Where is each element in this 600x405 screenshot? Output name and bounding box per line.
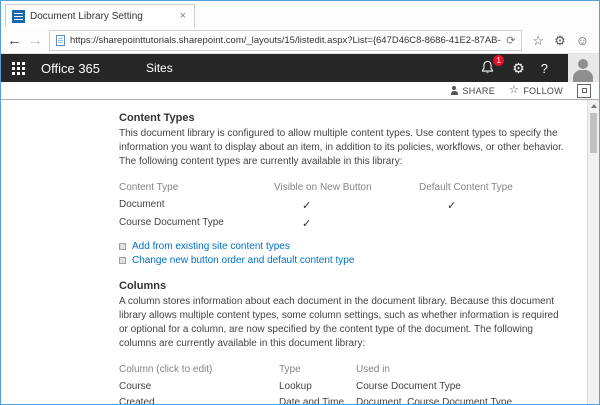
follow-star-icon: ☆ <box>509 85 519 96</box>
browser-command-icons: ☆ ⚙ ☺ <box>528 34 593 47</box>
notifications-button[interactable]: 1 <box>480 60 496 76</box>
refresh-icon[interactable]: ⟳ <box>506 34 515 47</box>
tab-close-icon[interactable]: × <box>178 10 188 22</box>
content-types-description: This document library is configured to a… <box>119 127 565 169</box>
suite-bar-right: 1 ⚙ ? <box>480 54 599 82</box>
add-content-types-link[interactable]: Add from existing site content types <box>132 241 290 252</box>
column-type: Lookup <box>279 379 356 395</box>
list-action-icon <box>119 243 126 250</box>
forward-button: → <box>28 33 43 48</box>
col-header-column: Column (click to edit) <box>119 361 279 379</box>
notification-badge: 1 <box>493 55 504 66</box>
col-header-used-in: Used in <box>356 361 565 379</box>
default-content-type-check-icon: ✓ <box>419 197 565 215</box>
scroll-up-arrow[interactable] <box>588 100 599 112</box>
content-types-heading: Content Types <box>119 112 565 124</box>
settings-gear-icon[interactable]: ⚙ <box>512 61 525 75</box>
content-type-name-link[interactable]: Course Document Type <box>119 215 274 233</box>
list-action-icon <box>119 257 126 264</box>
content-type-links: Add from existing site content types Cha… <box>119 241 565 266</box>
col-header-type: Type <box>279 361 356 379</box>
column-used-in: Course Document Type <box>356 379 565 395</box>
columns-table: Column (click to edit) Type Used in Cour… <box>119 361 565 404</box>
default-content-type-check-icon <box>419 215 565 233</box>
page-icon <box>56 35 65 46</box>
office-365-brand[interactable]: Office 365 <box>41 61 100 76</box>
url-text[interactable]: https://sharepointtutorials.sharepoint.c… <box>70 35 501 46</box>
tab-bar: Document Library Setting × <box>1 1 599 27</box>
address-bar[interactable]: https://sharepointtutorials.sharepoint.c… <box>49 30 522 51</box>
content-types-table: Content Type Visible on New Button Defau… <box>119 179 565 233</box>
column-used-in: Document, Course Document Type <box>356 395 565 404</box>
columns-heading: Columns <box>119 280 565 292</box>
feedback-smiley-icon[interactable]: ☺ <box>576 34 589 47</box>
share-button[interactable]: SHARE <box>450 86 496 96</box>
user-avatar[interactable] <box>568 54 599 82</box>
focus-on-content-button[interactable] <box>577 84 591 98</box>
sites-nav-link[interactable]: Sites <box>146 61 173 75</box>
page-actions: SHARE ☆ FOLLOW <box>1 82 599 100</box>
waffle-icon <box>12 62 25 75</box>
column-name-link[interactable]: Created <box>119 395 279 404</box>
favorites-star-icon[interactable]: ☆ <box>532 34 544 47</box>
link-row: Add from existing site content types <box>119 241 565 252</box>
scrollbar-thumb[interactable] <box>590 113 597 153</box>
visible-on-new-check-icon: ✓ <box>274 197 419 215</box>
browser-toolbar: ← → https://sharepointtutorials.sharepoi… <box>1 27 599 54</box>
settings-content: Content Types This document library is c… <box>1 100 587 404</box>
suite-bar: Office 365 Sites 1 ⚙ ? <box>1 54 599 82</box>
column-type: Date and Time <box>279 395 356 404</box>
follow-button[interactable]: ☆ FOLLOW <box>509 85 563 96</box>
column-name-link[interactable]: Course <box>119 379 279 395</box>
tab-title: Document Library Setting <box>30 11 173 22</box>
follow-label: FOLLOW <box>523 86 563 96</box>
visible-on-new-check-icon: ✓ <box>274 215 419 233</box>
content-type-name-link[interactable]: Document <box>119 197 274 215</box>
tools-gear-icon[interactable]: ⚙ <box>554 34 566 47</box>
share-label: SHARE <box>463 86 496 96</box>
sharepoint-favicon-icon <box>12 10 25 23</box>
browser-tab[interactable]: Document Library Setting × <box>5 4 195 27</box>
help-button[interactable]: ? <box>541 61 548 76</box>
col-header-default: Default Content Type <box>419 179 565 197</box>
back-button[interactable]: ← <box>7 33 22 48</box>
share-person-icon <box>450 86 459 95</box>
app-launcher-button[interactable] <box>1 54 35 82</box>
change-button-order-link[interactable]: Change new button order and default cont… <box>132 255 354 266</box>
col-header-visible-on-new: Visible on New Button <box>274 179 419 197</box>
vertical-scrollbar[interactable] <box>587 100 599 404</box>
columns-description: A column stores information about each d… <box>119 295 565 351</box>
link-row: Change new button order and default cont… <box>119 255 565 266</box>
browser-window: Document Library Setting × ← → https://s… <box>0 0 600 405</box>
col-header-content-type: Content Type <box>119 179 274 197</box>
